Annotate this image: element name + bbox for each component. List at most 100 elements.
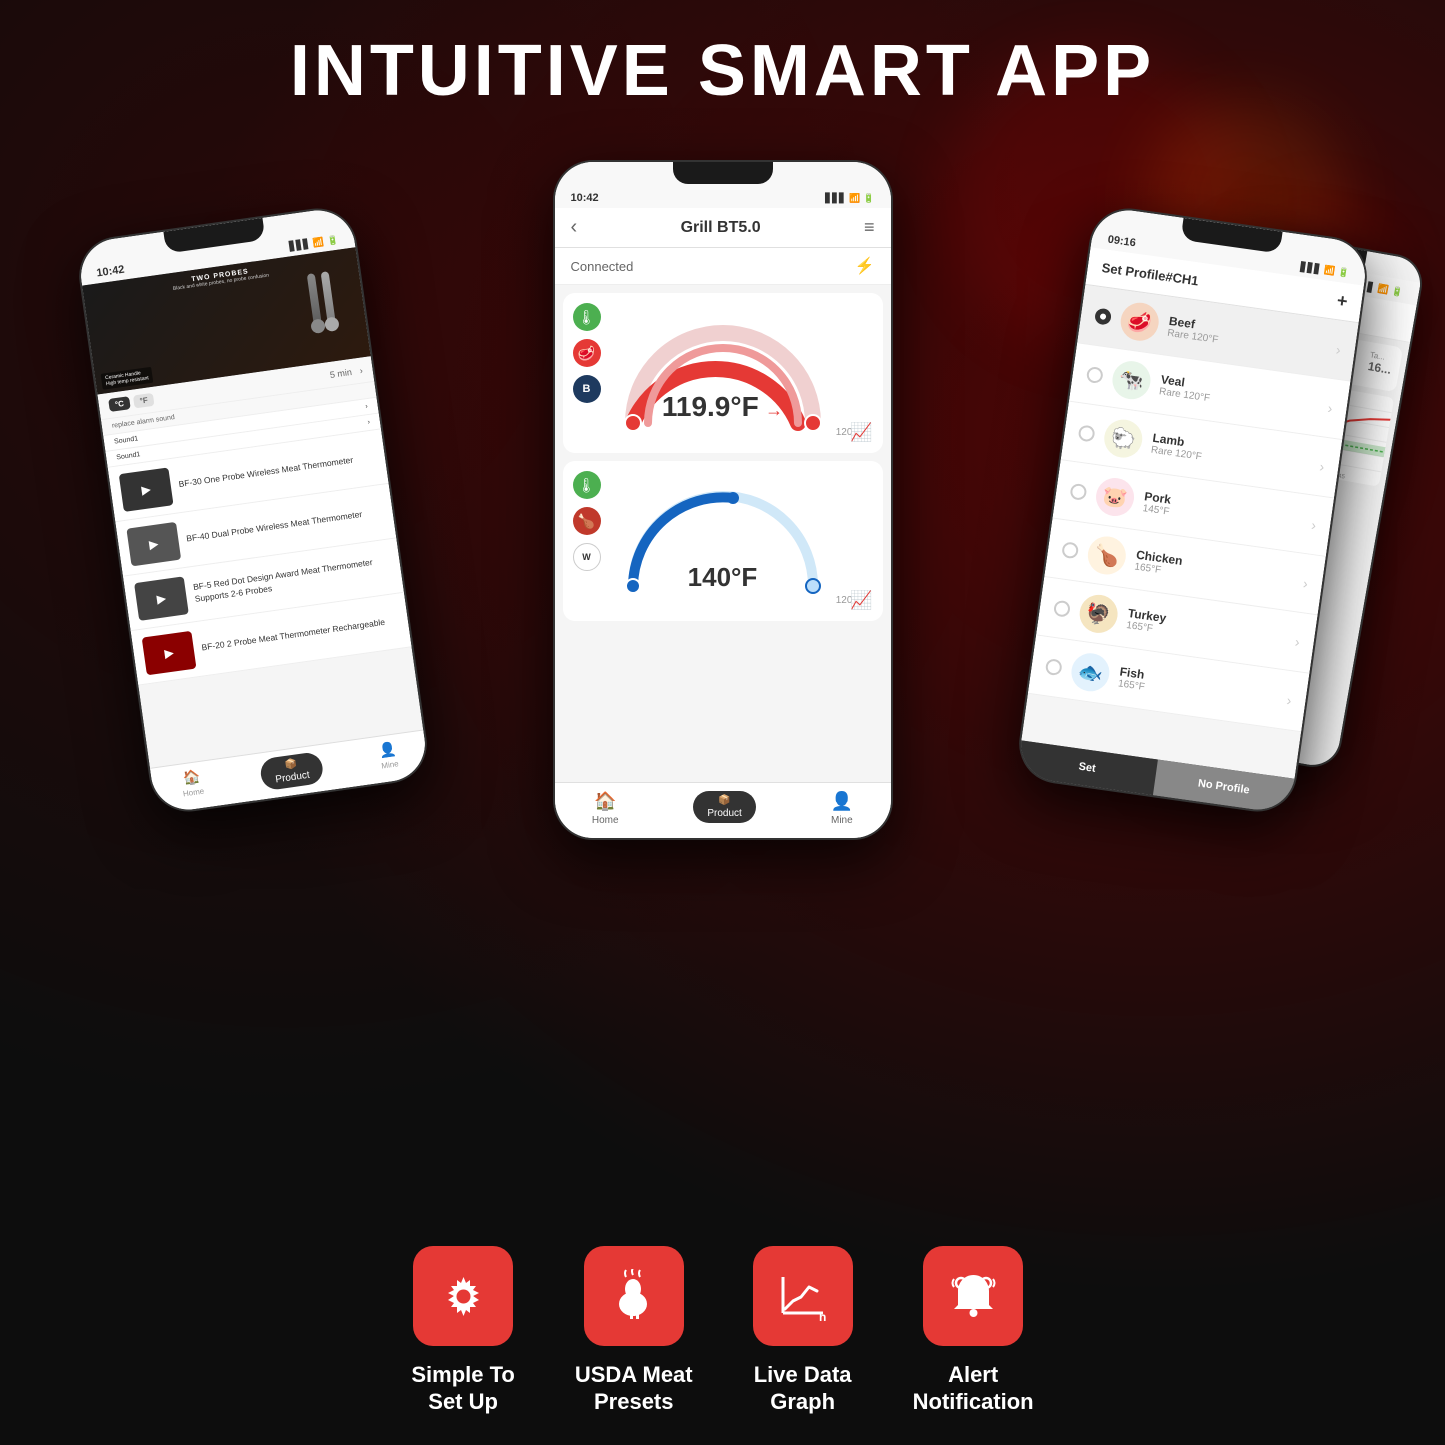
target-value: 16... — [1366, 359, 1391, 377]
mine-icon: 👤 — [378, 740, 398, 759]
turkey-radio[interactable] — [1052, 600, 1070, 618]
no-profile-label: No Profile — [1197, 777, 1250, 796]
presets-icon-box — [584, 1246, 684, 1346]
left-phone-screen: 10:42 ▋▋▋ 📶 🔋 TWO PROBES Black and white… — [76, 206, 429, 815]
graph-icon-box: h — [753, 1246, 853, 1346]
home-icon: 🏠 — [181, 768, 201, 787]
left-time: 10:42 — [95, 264, 125, 280]
product-text-4: BF-20 2 Probe Meat Thermometer Rechargea… — [200, 617, 385, 655]
chicken-chevron: › — [1302, 575, 1309, 591]
pork-info: Pork 145°F — [1142, 489, 1303, 536]
far-right-battery: 🔋 — [1390, 286, 1403, 299]
feature-setup: Simple ToSet Up — [411, 1246, 515, 1415]
presets-label: USDA MeatPresets — [575, 1362, 693, 1415]
beef-chevron: › — [1334, 341, 1341, 357]
center-nav-bar: ‹ Grill BT5.0 ≡ — [555, 208, 891, 248]
center-battery-icon: 🔋 — [863, 193, 874, 204]
center-status-icons: ▋▋▋ 📶 🔋 — [825, 193, 874, 204]
unit-toggle[interactable]: °C °F — [108, 393, 154, 412]
center-phone-notch — [673, 162, 773, 184]
product-pill-label: Product — [274, 770, 310, 786]
center-nav-mine[interactable]: 👤 Mine — [831, 791, 853, 826]
setup-label: Simple ToSet Up — [411, 1362, 515, 1415]
far-right-target-info: Ta... 16... — [1366, 350, 1393, 379]
gauge2-container: 🌡 🍗 W — [563, 461, 883, 621]
center-product-pill: 📦 Product — [693, 791, 755, 823]
center-nav-home[interactable]: 🏠 Home — [592, 791, 619, 826]
gauge1-temp-value: 119.9°F — [662, 391, 759, 422]
veal-icon: 🐄 — [1110, 359, 1153, 402]
beef-radio[interactable] — [1094, 308, 1112, 326]
turkey-chevron: › — [1293, 634, 1300, 650]
center-product-icon: 📦 — [718, 795, 730, 806]
gauge1-temp-display: 119.9°F → — [662, 391, 783, 423]
product-thumb-4: ▶ — [141, 631, 196, 676]
product-text-2: BF-40 Dual Probe Wireless Meat Thermomet… — [185, 509, 362, 545]
alert-icon-box — [923, 1246, 1023, 1346]
product-list: ▶ BF-30 One Probe Wireless Meat Thermome… — [107, 429, 411, 685]
beef-info: Beef Rare 120°F — [1166, 313, 1327, 360]
chicken-icon: 🍗 — [1085, 534, 1128, 577]
left-phone: 10:42 ▋▋▋ 📶 🔋 TWO PROBES Black and white… — [74, 203, 432, 816]
product-thumb-2: ▶ — [126, 522, 181, 567]
back-icon[interactable]: ‹ — [571, 216, 578, 239]
left-nav-home[interactable]: 🏠 Home — [179, 768, 205, 803]
fahrenheit-btn[interactable]: °F — [132, 393, 154, 409]
bell-icon — [946, 1269, 1001, 1324]
fish-radio[interactable] — [1044, 658, 1062, 676]
page-title: INTUITIVE SMART APP — [0, 30, 1445, 112]
menu-icon[interactable]: ≡ — [864, 217, 875, 238]
product-thumb-1: ▶ — [118, 467, 173, 512]
left-wifi-icon: 📶 — [312, 236, 325, 248]
svg-text:h: h — [819, 1310, 826, 1324]
veal-radio[interactable] — [1085, 366, 1103, 384]
pork-radio[interactable] — [1069, 483, 1087, 501]
connected-bar: Connected ⚡ — [555, 248, 891, 285]
lamb-info: Lamb Rare 120°F — [1150, 430, 1311, 477]
add-profile-icon[interactable]: + — [1335, 290, 1348, 312]
product-thumb-3: ▶ — [134, 576, 189, 621]
lamb-icon: 🐑 — [1101, 417, 1144, 460]
lamb-radio[interactable] — [1077, 424, 1095, 442]
center-wifi-icon: 📶 — [849, 193, 860, 204]
graph-label: Live DataGraph — [754, 1362, 852, 1415]
chart-line-icon: h — [775, 1269, 830, 1324]
product-pill: 📦 Product — [258, 751, 324, 791]
center-nav-product[interactable]: 📦 Product — [693, 791, 755, 826]
phones-container: 10:42 ▋▋▋ 📶 🔋 TWO PROBES Black and white… — [73, 140, 1373, 920]
setup-icon-box — [413, 1246, 513, 1346]
gauge2-chart-btn[interactable]: 📈 — [850, 590, 872, 611]
beef-icon: 🥩 — [1118, 300, 1161, 343]
veal-info: Veal Rare 120°F — [1158, 372, 1319, 419]
chevron-right-icon: › — [358, 365, 362, 375]
meat-preset-icon — [606, 1269, 661, 1324]
center-phone: 10:42 ▋▋▋ 📶 🔋 ‹ Grill BT5.0 ≡ Connected … — [553, 160, 893, 840]
center-product-label: Product — [707, 808, 741, 819]
center-phone-screen: 10:42 ▋▋▋ 📶 🔋 ‹ Grill BT5.0 ≡ Connected … — [555, 162, 891, 838]
gauge1-chart-btn[interactable]: 📈 — [850, 422, 872, 443]
center-signal-icon: ▋▋▋ — [825, 193, 846, 204]
chicken-radio[interactable] — [1061, 541, 1079, 559]
chicken-info: Chicken 165°F — [1133, 547, 1294, 594]
center-nav-title: Grill BT5.0 — [681, 219, 761, 237]
feature-presets: USDA MeatPresets — [575, 1246, 693, 1415]
gauge2-temp-value: 140°F — [688, 562, 758, 592]
left-nav-product[interactable]: 📦 Product — [258, 751, 324, 791]
left-battery-icon: 🔋 — [326, 234, 339, 246]
center-time: 10:42 — [571, 192, 599, 204]
gear-icon — [436, 1269, 491, 1324]
bottom-features: Simple ToSet Up USDA MeatPresets — [0, 1246, 1445, 1415]
celsius-btn[interactable]: °C — [108, 396, 131, 412]
left-nav-mine[interactable]: 👤 Mine — [378, 740, 400, 774]
pork-icon: 🐷 — [1093, 476, 1136, 519]
connected-label: Connected — [571, 259, 634, 274]
meat-list: 🥩 Beef Rare 120°F › 🐄 Veal Rare 120°F — [1027, 285, 1358, 732]
bluetooth-icon: ⚡ — [855, 256, 875, 276]
left-bottom-nav: 🏠 Home 📦 Product 👤 Mine — [149, 729, 429, 814]
sound2-chevron: › — [367, 419, 370, 426]
turkey-icon: 🦃 — [1077, 592, 1120, 635]
no-profile-tab[interactable]: No Profile — [1152, 760, 1294, 815]
left-signal-icon: ▋▋▋ — [288, 238, 310, 252]
set-tab[interactable]: Set — [1016, 740, 1158, 795]
gauge2-temp-display: 140°F — [688, 562, 758, 593]
